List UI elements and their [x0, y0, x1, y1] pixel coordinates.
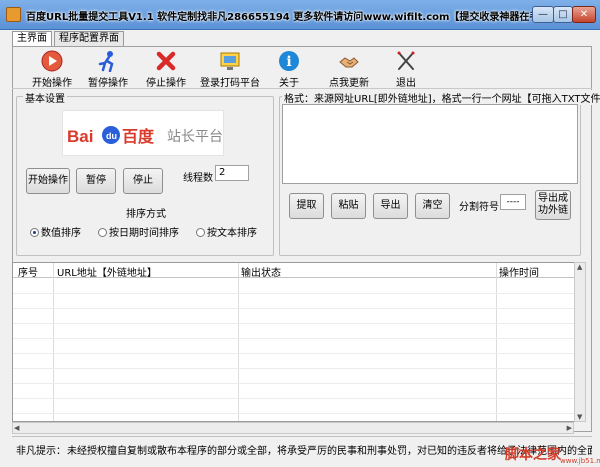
sort-radio-numeric[interactable]: 数值排序 — [30, 224, 81, 239]
red-x-icon — [155, 50, 177, 72]
toolbar-divider — [12, 88, 592, 89]
radio-label: 按日期时间排序 — [109, 228, 179, 239]
exit-cross-icon — [395, 50, 417, 72]
row-line — [13, 308, 581, 309]
svg-text:百度: 百度 — [122, 127, 155, 146]
watermark-logo: 脚本之家 — [505, 447, 561, 463]
scroll-left-arrow-icon[interactable]: ◀ — [14, 424, 19, 432]
results-table[interactable]: 序号 URL地址【外链地址】 输出状态 操作时间 — [12, 262, 582, 422]
separator-input[interactable]: ---- — [500, 194, 526, 210]
col-header-time: 操作时间 — [499, 268, 539, 279]
row-line — [13, 338, 581, 339]
toolbar-login-button[interactable]: 登录打码平台 — [200, 50, 260, 89]
export-button[interactable]: 导出 — [373, 193, 408, 219]
basic-settings-legend: 基本设置 — [23, 90, 67, 105]
export-success-button[interactable]: 导出成 功外链 — [535, 190, 571, 220]
sort-label: 排序方式 — [126, 209, 166, 220]
stop-button[interactable]: 停止 — [123, 168, 163, 194]
runner-icon — [97, 50, 119, 72]
extract-button[interactable]: 提取 — [289, 193, 324, 219]
toolbar-exit-button[interactable]: 退出 — [388, 50, 424, 89]
format-legend: 格式：来源网址URL[即外链地址]，格式一行一个网址【可拖入TXT文件】 — [282, 90, 600, 105]
col-header-url: URL地址【外链地址】 — [57, 268, 157, 279]
row-line — [13, 353, 581, 354]
radio-dot — [98, 228, 107, 237]
toolbar-start-button[interactable]: 开始操作 — [28, 50, 76, 89]
button-label-line: 导出成 — [538, 193, 568, 204]
app-icon — [6, 7, 21, 22]
scroll-right-arrow-icon[interactable]: ▶ — [567, 424, 572, 432]
vertical-scrollbar[interactable]: ▲ ▼ — [574, 262, 586, 422]
toolbar-label: 关于 — [279, 78, 299, 89]
toolbar-label: 停止操作 — [146, 78, 186, 89]
start-circle-icon — [41, 50, 63, 72]
radio-dot — [196, 228, 205, 237]
svg-text:du: du — [106, 131, 117, 141]
minimize-button[interactable]: — — [532, 6, 554, 23]
title-bar: 百度URL批量提交工具V1.1 软件定制找非凡286655194 更多软件请访问… — [0, 0, 600, 30]
toolbar-label: 登录打码平台 — [200, 78, 260, 89]
radio-label: 数值排序 — [41, 228, 81, 239]
row-line — [13, 383, 581, 384]
row-line — [13, 293, 581, 294]
maximize-button[interactable]: □ — [553, 6, 573, 23]
clear-button[interactable]: 清空 — [415, 193, 450, 219]
pause-button[interactable]: 暂停 — [76, 168, 116, 194]
toolbar-about-button[interactable]: i 关于 — [268, 50, 310, 89]
row-line — [13, 368, 581, 369]
sort-radio-datetime[interactable]: 按日期时间排序 — [98, 224, 179, 239]
svg-text:Bai: Bai — [67, 127, 93, 146]
toolbar-update-button[interactable]: 点我更新 — [324, 50, 374, 89]
watermark-url: www.jb51.net — [560, 457, 600, 465]
toolbar-label: 暂停操作 — [88, 78, 128, 89]
scroll-down-arrow-icon[interactable]: ▼ — [577, 413, 582, 421]
threads-input[interactable]: 2 — [215, 165, 249, 181]
toolbar-pause-button[interactable]: 暂停操作 — [84, 50, 132, 89]
col-header-status: 输出状态 — [241, 268, 281, 279]
separator-label: 分割符号 — [459, 202, 499, 213]
toolbar-label: 退出 — [396, 78, 416, 89]
col-header-index: 序号 — [18, 268, 38, 279]
horizontal-scrollbar[interactable]: ◀ ▶ — [12, 422, 574, 434]
toolbar-label: 点我更新 — [329, 78, 369, 89]
row-line — [13, 398, 581, 399]
svg-text:i: i — [286, 54, 291, 70]
status-label: 非凡提示： — [16, 446, 66, 457]
close-button[interactable]: ✕ — [572, 6, 596, 23]
url-textarea[interactable] — [282, 104, 578, 184]
start-button[interactable]: 开始操作 — [26, 168, 70, 194]
window-title: 百度URL批量提交工具V1.1 软件定制找非凡286655194 更多软件请访问… — [26, 12, 550, 23]
baidu-logo: Bai du 百度 站长平台 — [62, 110, 224, 156]
radio-dot — [30, 228, 39, 237]
row-line — [13, 413, 581, 414]
radio-label: 按文本排序 — [207, 228, 257, 239]
paste-button[interactable]: 粘贴 — [331, 193, 366, 219]
scroll-up-arrow-icon[interactable]: ▲ — [577, 263, 582, 271]
toolbar-label: 开始操作 — [32, 78, 72, 89]
button-label-line: 功外链 — [538, 205, 568, 216]
toolbar-stop-button[interactable]: 停止操作 — [142, 50, 190, 89]
info-icon: i — [278, 50, 300, 72]
sort-radio-text[interactable]: 按文本排序 — [196, 224, 257, 239]
login-monitor-icon — [219, 50, 241, 72]
baidu-logo-suffix: 站长平台 — [167, 129, 223, 145]
tab-config[interactable]: 程序配置界面 — [54, 31, 124, 47]
threads-label: 线程数 — [183, 173, 213, 184]
row-line — [13, 323, 581, 324]
update-handshake-icon — [338, 50, 360, 72]
